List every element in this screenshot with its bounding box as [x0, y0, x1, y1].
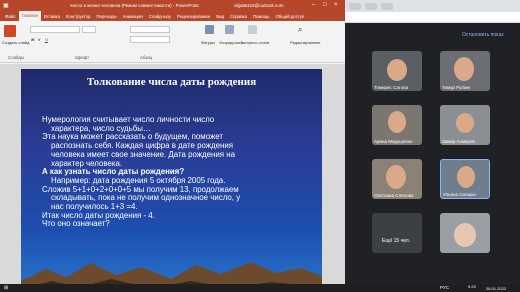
- participant-tile[interactable]: Арина Марущенко: [372, 105, 422, 145]
- screen: ▣ число в жизни человека (Режим совмести…: [0, 0, 520, 292]
- quick-styles-icon[interactable]: [248, 25, 257, 34]
- participant-video: [388, 111, 406, 133]
- new-slide-button[interactable]: Создать слайд: [2, 40, 29, 45]
- shapes-button[interactable]: Фигуры: [201, 40, 215, 45]
- group-slides-label: Слайды: [8, 55, 24, 60]
- address-bar[interactable]: [345, 12, 520, 23]
- tab-assistant[interactable]: Помощь: [250, 14, 273, 19]
- slide-body: Нумерология считывает число личности чис…: [42, 115, 277, 229]
- browser-tab[interactable]: [349, 2, 361, 10]
- clock-date[interactable]: 28.01.2022: [486, 286, 506, 291]
- title-bar: ▣ число в жизни человека (Режим совмести…: [0, 0, 345, 11]
- maximize-icon[interactable]: □: [323, 2, 327, 8]
- arrange-icon[interactable]: [225, 25, 234, 34]
- input-language[interactable]: РУС: [440, 285, 449, 290]
- font-name-box[interactable]: [30, 26, 80, 33]
- participants-grid: Томирис Сатова Тимур Рыбин Арина Марущен…: [345, 47, 520, 284]
- participant-name: Арина Марущенко: [374, 139, 413, 144]
- quick-styles-button[interactable]: Экспресс-стили: [240, 40, 269, 45]
- user-email[interactable]: olga66118@outlook.com: [234, 3, 284, 8]
- participant-video: [454, 57, 474, 81]
- ribbon-tabs: Файл Главная Вставка Конструктор Переход…: [0, 11, 345, 21]
- tab-animation[interactable]: Анимация: [120, 14, 146, 19]
- participant-name: Замир Ахмеров: [442, 139, 475, 144]
- tab-file[interactable]: Файл: [2, 14, 19, 19]
- document-title: число в жизни человека (Режим совместимо…: [70, 3, 199, 8]
- ribbon-body: Создать слайд Слайды Ж К Ч Шрифт Абзац Ф…: [0, 21, 345, 63]
- browser-tabs: [345, 0, 520, 12]
- paragraph-controls[interactable]: [130, 26, 170, 33]
- self-view-tile[interactable]: [440, 213, 490, 253]
- participant-tile[interactable]: Светлана Слепова: [372, 159, 422, 199]
- participant-video: [386, 165, 406, 189]
- powerpoint-window: ▣ число в жизни человека (Режим совмести…: [0, 0, 345, 292]
- shapes-icon[interactable]: [205, 25, 214, 34]
- tab-transitions[interactable]: Переходы: [93, 14, 119, 19]
- meet-panel: Остановить показ Томирис Сатова Тимур Ры…: [345, 0, 520, 284]
- group-font-label: Шрифт: [75, 55, 90, 60]
- tab-view[interactable]: Вид: [213, 14, 227, 19]
- participant-name: Тимур Рыбин: [442, 85, 470, 90]
- participant-tile[interactable]: Замир Ахмеров: [440, 105, 490, 145]
- participant-video: [456, 113, 474, 133]
- taskbar: ⊞ РУС 9:23 28.01.2022: [0, 284, 520, 292]
- alignment-controls[interactable]: [130, 36, 170, 43]
- slide-canvas: Толкование числа даты рождения Нумеролог…: [0, 64, 345, 292]
- clock-time[interactable]: 9:23: [468, 284, 476, 289]
- slide[interactable]: Толкование числа даты рождения Нумеролог…: [21, 69, 322, 292]
- editing-button[interactable]: Редактирование: [290, 40, 320, 45]
- participant-name: Томирис Сатова: [374, 85, 409, 90]
- more-participants-tile[interactable]: Ещё 15 чел.: [372, 213, 422, 253]
- more-participants-label: Ещё 15 чел.: [382, 238, 411, 244]
- participant-tile[interactable]: Томирис Сатова: [372, 51, 422, 91]
- browser-tab[interactable]: [365, 2, 377, 10]
- tab-review[interactable]: Рецензирование: [174, 14, 213, 19]
- bold-icon[interactable]: Ж: [31, 37, 35, 42]
- participant-video: [457, 166, 475, 188]
- underline-icon[interactable]: Ч: [45, 37, 48, 42]
- tab-home[interactable]: Главная: [18, 11, 41, 21]
- slide-title: Толкование числа даты рождения: [86, 76, 257, 88]
- tab-design[interactable]: Конструктор: [63, 14, 94, 19]
- stop-presenting-button[interactable]: Остановить показ: [462, 32, 503, 38]
- new-slide-icon[interactable]: [4, 25, 16, 37]
- windows-icon[interactable]: ⊞: [4, 285, 8, 291]
- slide-text-line: Что оно означает?: [42, 219, 110, 229]
- participant-tile[interactable]: Тимур Рыбин: [440, 51, 490, 91]
- tab-share[interactable]: Общий доступ: [272, 14, 307, 19]
- search-icon[interactable]: ⌕: [298, 25, 302, 35]
- browser-tab[interactable]: [381, 2, 393, 10]
- participant-name: Светлана Слепова: [374, 193, 414, 198]
- participant-name: Ульяна Олешко: [443, 192, 476, 197]
- self-video: [454, 223, 476, 247]
- font-size-box[interactable]: [82, 26, 96, 33]
- close-icon[interactable]: ×: [334, 2, 338, 8]
- tab-help[interactable]: Справка: [227, 14, 250, 19]
- italic-icon[interactable]: К: [38, 37, 40, 42]
- participant-video: [387, 59, 407, 81]
- participant-tile[interactable]: Ульяна Олешко: [440, 159, 490, 199]
- tab-slideshow[interactable]: Слайд-шоу: [146, 14, 174, 19]
- minimize-icon[interactable]: –: [312, 2, 315, 8]
- save-icon[interactable]: ▣: [3, 2, 9, 9]
- group-paragraph-label: Абзац: [140, 55, 153, 60]
- tab-insert[interactable]: Вставка: [41, 14, 63, 19]
